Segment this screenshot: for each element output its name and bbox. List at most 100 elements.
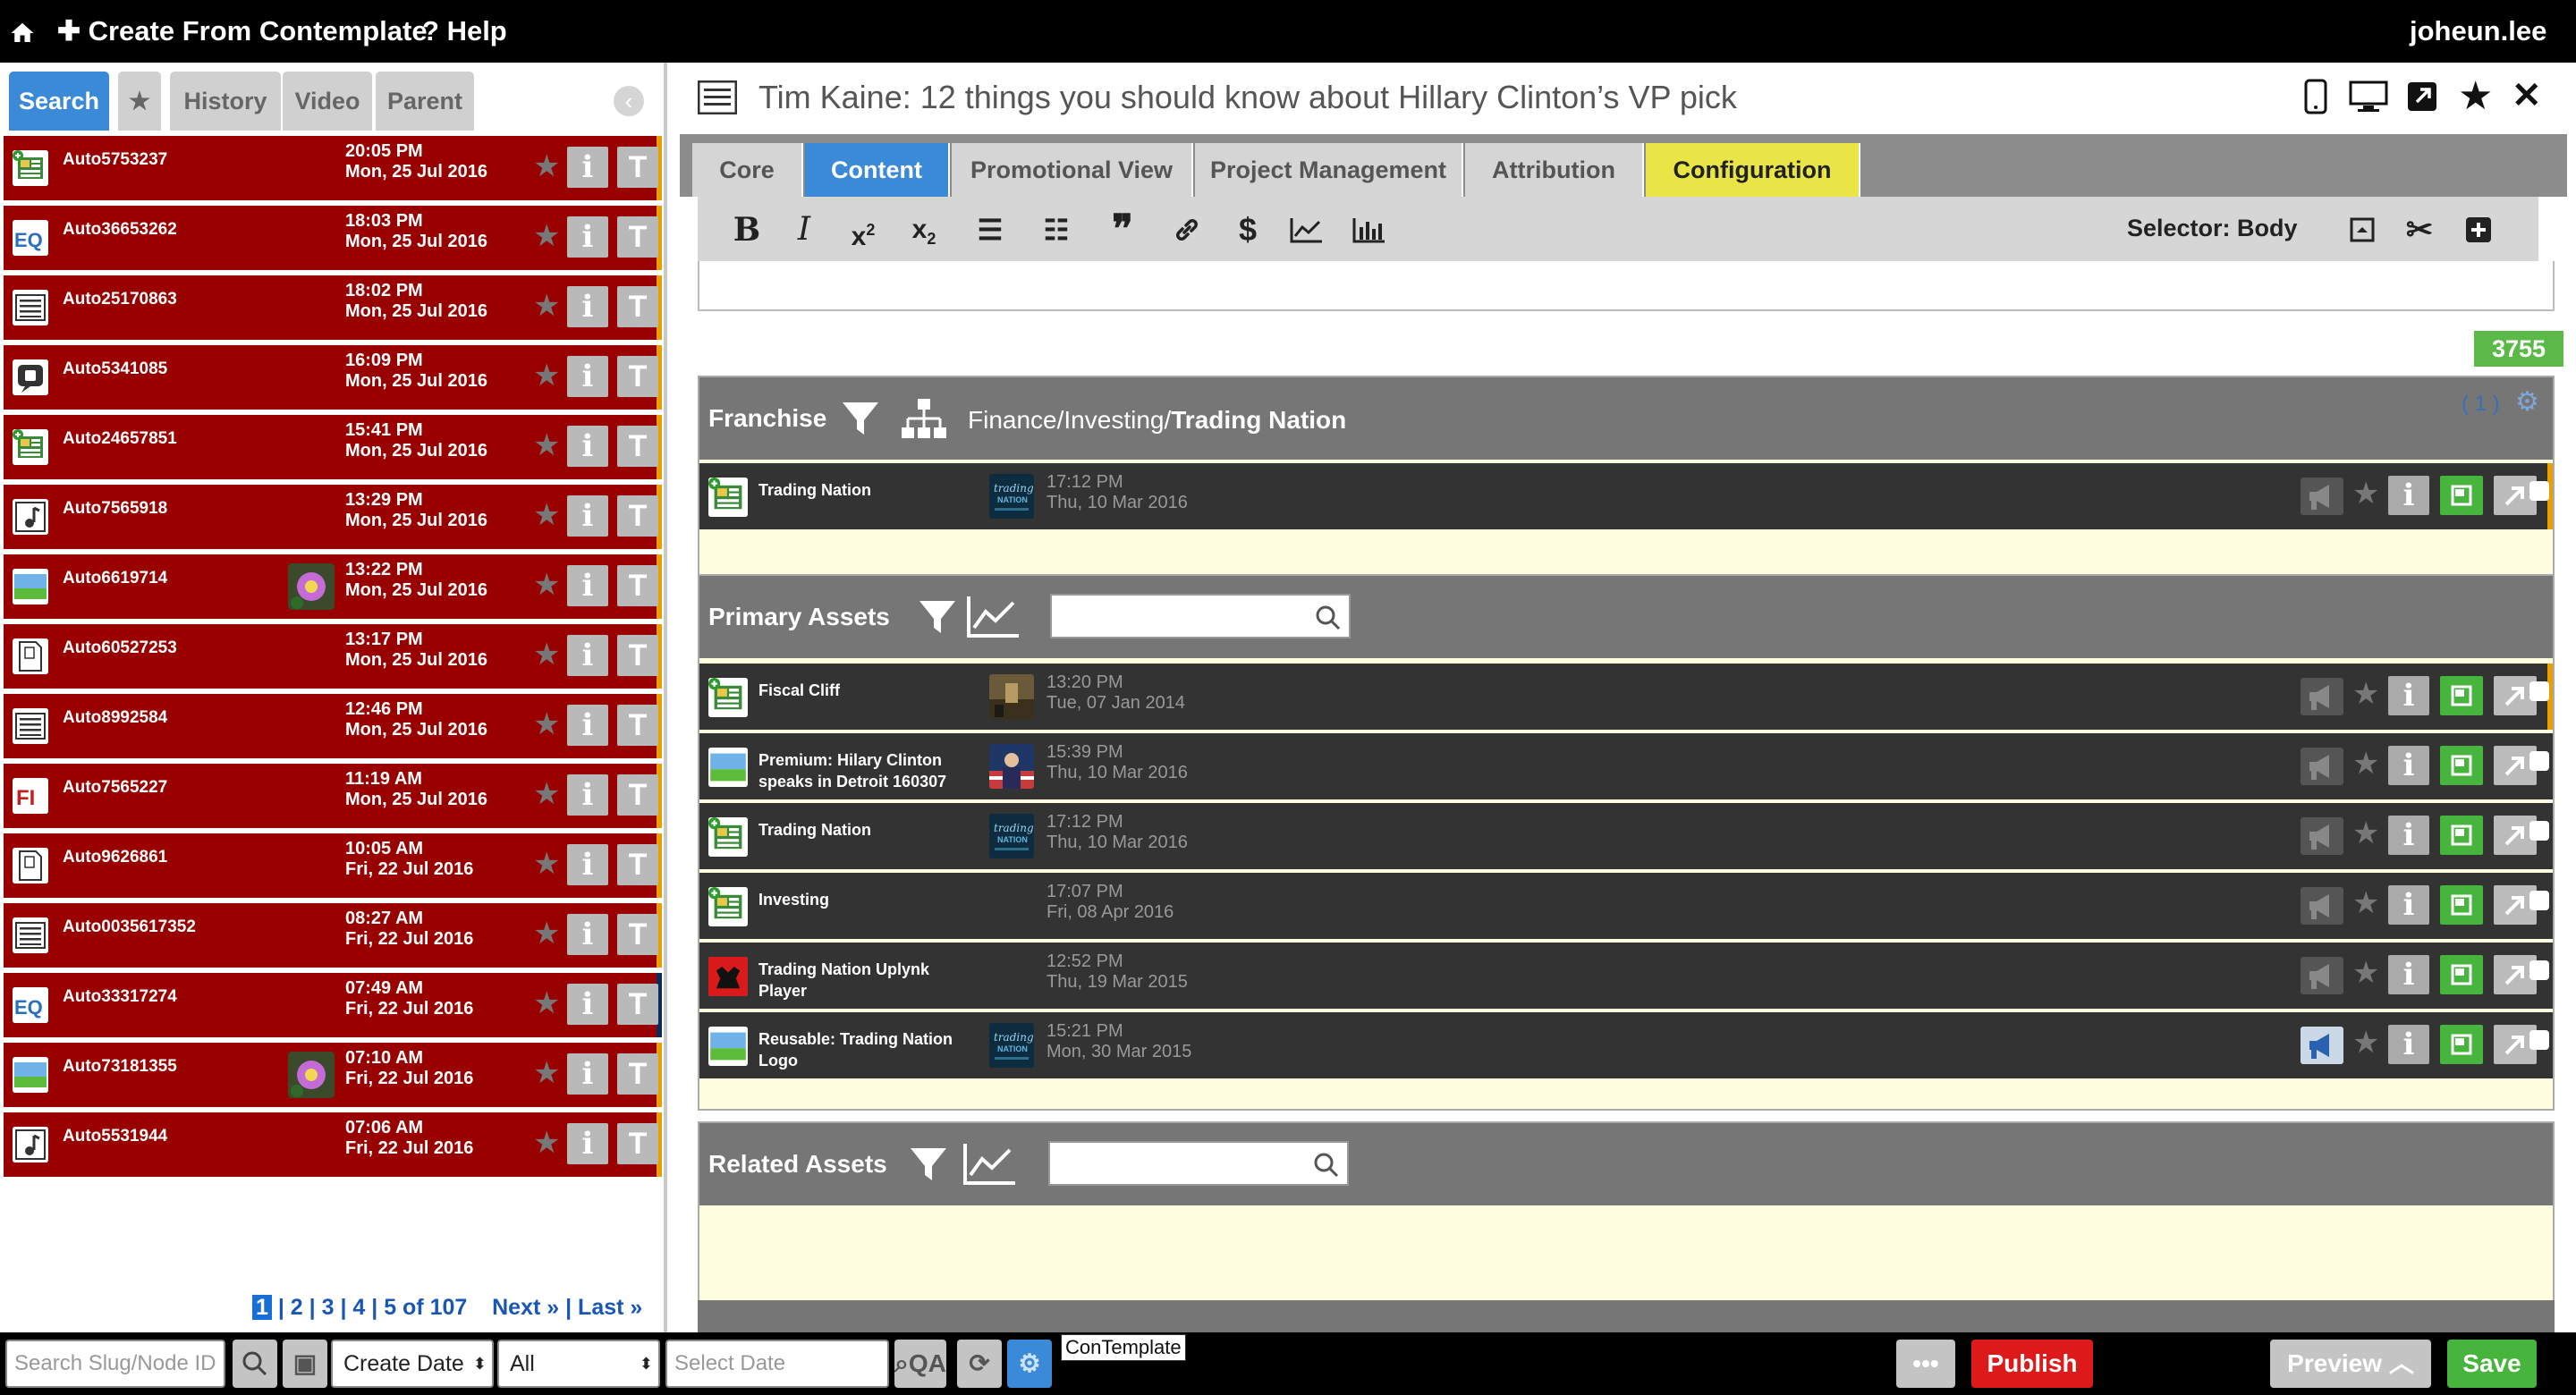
page-current[interactable]: 1: [252, 1295, 272, 1320]
select-checkbox[interactable]: [2529, 481, 2549, 501]
info-button[interactable]: i: [567, 426, 608, 467]
title-button[interactable]: T: [617, 565, 658, 606]
info-button[interactable]: i: [2388, 746, 2429, 785]
info-button[interactable]: i: [567, 774, 608, 816]
promote-button[interactable]: [2440, 816, 2483, 855]
search-result-item[interactable]: FI Auto7565227 11:19 AM Mon, 25 Jul 2016 ★ i T: [4, 764, 662, 828]
title-button[interactable]: T: [617, 495, 658, 537]
star-icon[interactable]: ★: [2352, 1025, 2379, 1061]
settings-gear-icon[interactable]: ⚙: [2515, 386, 2539, 418]
title-button[interactable]: T: [617, 1053, 658, 1095]
mobile-preview-icon[interactable]: [2304, 79, 2327, 119]
promote-button[interactable]: [2440, 746, 2483, 785]
star-icon[interactable]: ★: [533, 567, 560, 603]
editor-body[interactable]: [698, 261, 2555, 311]
search-result-item[interactable]: Auto24657851 15:41 PM Mon, 25 Jul 2016 ★ i T: [4, 415, 662, 479]
select-checkbox[interactable]: [2529, 891, 2549, 910]
select-checkbox[interactable]: [2529, 681, 2549, 701]
star-icon[interactable]: ★: [533, 985, 560, 1021]
external-link-icon[interactable]: [2406, 80, 2438, 117]
desktop-preview-icon[interactable]: [2349, 80, 2388, 117]
create-from-contemplate-link[interactable]: ✚ Create From Contemplate: [57, 0, 428, 63]
info-button[interactable]: i: [2388, 885, 2429, 925]
dollar-icon[interactable]: $: [1225, 209, 1270, 250]
user-menu[interactable]: joheun.lee ⚙: [2410, 0, 2576, 109]
tab-attribution[interactable]: Attribution: [1465, 143, 1644, 197]
info-button[interactable]: i: [2388, 816, 2429, 855]
unordered-list-icon[interactable]: ☷: [1034, 209, 1079, 250]
star-icon[interactable]: ★: [533, 637, 560, 672]
promote-button[interactable]: [2440, 476, 2483, 515]
broadcast-icon[interactable]: [2301, 748, 2343, 785]
publish-button[interactable]: Publish: [1971, 1340, 2093, 1388]
broadcast-icon[interactable]: [2301, 957, 2343, 994]
asset-row[interactable]: Trading Nation Uplynk Player 12:52 PM Thu,…: [699, 943, 2553, 1009]
broadcast-icon[interactable]: [2301, 887, 2343, 925]
search-result-item[interactable]: Auto73181355 07:10 AM Fri, 22 Jul 2016 ★ i T: [4, 1043, 662, 1107]
info-button[interactable]: i: [567, 495, 608, 537]
asset-row[interactable]: Reusable: Trading Nation Logo trading NATI…: [699, 1012, 2553, 1078]
promote-button[interactable]: [2440, 1025, 2483, 1064]
search-result-item[interactable]: Auto7565918 13:29 PM Mon, 25 Jul 2016 ★ i T: [4, 485, 662, 549]
star-icon[interactable]: ★: [2352, 476, 2379, 512]
star-icon[interactable]: ★: [533, 358, 560, 393]
star-icon[interactable]: ★: [533, 218, 560, 254]
star-icon[interactable]: ★: [533, 148, 560, 184]
info-button[interactable]: i: [567, 147, 608, 188]
promote-button[interactable]: [2440, 885, 2483, 925]
contemplate-button[interactable]: ⚙: [1007, 1340, 1052, 1388]
info-button[interactable]: i: [567, 705, 608, 746]
title-button[interactable]: T: [617, 356, 658, 397]
title-button[interactable]: T: [617, 984, 658, 1025]
collapse-up-icon[interactable]: [2340, 209, 2385, 250]
blockquote-icon[interactable]: ❞: [1100, 209, 1145, 250]
more-options-button[interactable]: •••: [1896, 1340, 1955, 1388]
asset-row[interactable]: Investing 17:07 PM Fri, 08 Apr 2016 ★ i: [699, 873, 2553, 939]
subscript-icon[interactable]: x2: [902, 209, 946, 250]
select-checkbox[interactable]: [2529, 751, 2549, 771]
last-page-link[interactable]: Last »: [578, 1295, 642, 1320]
broadcast-icon[interactable]: [2301, 678, 2343, 715]
italic-icon[interactable]: I: [782, 209, 826, 250]
info-button[interactable]: i: [2388, 955, 2429, 994]
search-result-item[interactable]: Auto6619714 13:22 PM Mon, 25 Jul 2016 ★ i T: [4, 554, 662, 619]
filter-select[interactable]: All ⬍: [497, 1340, 660, 1388]
title-button[interactable]: T: [617, 216, 658, 258]
star-icon[interactable]: ★: [533, 427, 560, 463]
line-chart-icon[interactable]: [966, 594, 1021, 643]
hierarchy-icon[interactable]: [900, 397, 948, 444]
title-button[interactable]: T: [617, 774, 658, 816]
broadcast-icon[interactable]: [2301, 1027, 2343, 1064]
search-result-item[interactable]: Auto5341085 16:09 PM Mon, 25 Jul 2016 ★ i T: [4, 345, 662, 410]
home-icon[interactable]: [9, 0, 36, 63]
info-button[interactable]: i: [2388, 476, 2429, 515]
promote-button[interactable]: [2440, 955, 2483, 994]
bold-icon[interactable]: B: [724, 209, 769, 250]
slug-search-input[interactable]: Search Slug/Node ID: [5, 1340, 225, 1388]
title-button[interactable]: T: [617, 844, 658, 885]
search-result-item[interactable]: Auto5753237 20:05 PM Mon, 25 Jul 2016 ★ i T: [4, 136, 662, 200]
tab-core[interactable]: Core: [692, 143, 803, 197]
superscript-icon[interactable]: x2: [841, 209, 886, 251]
search-result-item[interactable]: Auto5531944 07:06 AM Fri, 22 Jul 2016 ★ i T: [4, 1112, 662, 1177]
page-link[interactable]: 5: [384, 1295, 396, 1320]
info-button[interactable]: i: [567, 984, 608, 1025]
save-button[interactable]: Save: [2447, 1340, 2537, 1388]
info-button[interactable]: i: [567, 216, 608, 258]
star-icon[interactable]: ★: [533, 706, 560, 742]
search-result-item[interactable]: Auto60527253 13:17 PM Mon, 25 Jul 2016 ★ i T: [4, 624, 662, 689]
tab-video[interactable]: Video: [283, 72, 372, 131]
info-button[interactable]: i: [567, 1053, 608, 1095]
favorite-star-icon[interactable]: ★: [2458, 73, 2493, 119]
tab-project-management[interactable]: Project Management: [1195, 143, 1463, 197]
qa-search-button[interactable]: ⌕QA: [894, 1340, 946, 1388]
promote-button[interactable]: [2440, 676, 2483, 715]
star-icon[interactable]: ★: [533, 1125, 560, 1161]
related-assets-search-input[interactable]: [1048, 1141, 1349, 1186]
page-link[interactable]: 4: [352, 1295, 365, 1320]
bar-chart-icon[interactable]: [1347, 209, 1392, 250]
tab-search[interactable]: Search: [9, 72, 109, 131]
next-page-link[interactable]: Next »: [492, 1295, 559, 1320]
info-button[interactable]: i: [567, 914, 608, 955]
info-button[interactable]: i: [567, 356, 608, 397]
